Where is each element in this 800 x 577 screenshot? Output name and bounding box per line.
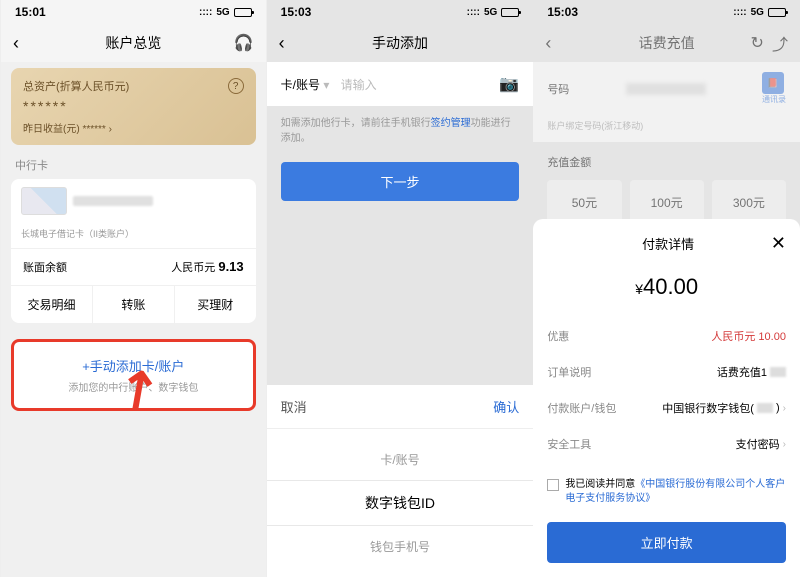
- account-overview-screen: 15:01 :::: 5G ‹ 账户总览 🎧 总资产(折算人民币元) ? ***…: [0, 0, 267, 577]
- headset-icon: 🎧: [234, 33, 254, 53]
- nav-bar: ‹ 账户总览 🎧: [1, 24, 266, 62]
- page-title: 手动添加: [319, 33, 482, 53]
- payment-sheet: 付款详情 ✕ ¥40.00 优惠 人民币元 10.00 订单说明 话费充值1 付…: [533, 219, 800, 577]
- battery-icon: [768, 8, 786, 17]
- amount-title: 充值金额: [547, 154, 786, 170]
- close-button[interactable]: ✕: [771, 233, 786, 254]
- back-button[interactable]: ‹: [13, 33, 53, 54]
- security-tool-row[interactable]: 安全工具 支付密码 ›: [547, 426, 786, 462]
- picker-options[interactable]: 卡/账号 数字钱包ID 钱包手机号: [267, 429, 534, 577]
- bank-card[interactable]: 长城电子借记卡（II类账户） 账面余额 人民币元 9.13 交易明细 转账 买理…: [11, 179, 256, 323]
- input-label: 卡/账号 ▾: [281, 76, 341, 93]
- card-number-input[interactable]: 请输入: [341, 76, 500, 93]
- card-actions: 交易明细 转账 买理财: [11, 285, 256, 323]
- contacts-icon[interactable]: 📕: [762, 72, 784, 94]
- add-card-subtitle: 添加您的中行账户、数字钱包: [28, 379, 239, 394]
- picker-confirm-button[interactable]: 确认: [493, 397, 519, 416]
- balance-row: 账面余额 人民币元 9.13: [11, 248, 256, 285]
- manual-add-screen: 15:03 :::: 5G ‹ 手动添加 卡/账号 ▾ 请输入 📷 如需添加他行…: [267, 0, 534, 577]
- help-icon[interactable]: ?: [228, 78, 244, 94]
- camera-icon[interactable]: 📷: [499, 74, 519, 94]
- next-button[interactable]: 下一步: [281, 162, 520, 201]
- network-label: 5G: [751, 7, 764, 18]
- balance-value: 9.13: [218, 259, 243, 274]
- payment-account-row[interactable]: 付款账户/钱包 中国银行数字钱包() ›: [547, 390, 786, 426]
- chevron-left-icon: ‹: [279, 33, 285, 54]
- order-desc-row: 订单说明 话费充值1: [547, 354, 786, 390]
- discount-row[interactable]: 优惠 人民币元 10.00: [547, 318, 786, 354]
- status-bar: 15:01 :::: 5G: [1, 0, 266, 24]
- picker-sheet: 取消 确认 卡/账号 数字钱包ID 钱包手机号: [267, 385, 534, 577]
- support-button[interactable]: 🎧: [214, 33, 254, 53]
- transactions-button[interactable]: 交易明细: [11, 286, 92, 323]
- chevron-left-icon: ‹: [545, 33, 551, 54]
- signal-icon: ::::: [733, 7, 746, 18]
- agreement-row: 我已阅读并同意《中国银行股份有限公司个人客户电子支付服务协议》: [547, 462, 786, 516]
- payment-title: 付款详情: [565, 234, 771, 253]
- status-right: :::: 5G: [467, 7, 520, 18]
- status-right: :::: 5G: [733, 7, 786, 18]
- recharge-screen: 15:03 :::: 5G ‹ 话费充值 ↻ ⤴ 号码 📕 通讯录 账户绑定号码…: [533, 0, 800, 577]
- add-card-button[interactable]: +手动添加卡/账户 添加您的中行账户、数字钱包: [11, 339, 256, 411]
- status-time: 15:03: [281, 5, 312, 19]
- network-label: 5G: [484, 7, 497, 18]
- page-title: 账户总览: [53, 33, 214, 53]
- battery-icon: [234, 8, 252, 17]
- signing-management-link[interactable]: 签约管理: [431, 118, 471, 129]
- phone-number-row[interactable]: 号码 📕 通讯录: [533, 62, 800, 115]
- status-right: :::: 5G: [199, 7, 252, 18]
- section-label: 中行卡: [1, 151, 266, 179]
- chevron-right-icon: ›: [783, 439, 786, 450]
- card-image: [21, 187, 67, 215]
- network-label: 5G: [216, 7, 229, 18]
- share-icon[interactable]: ⤴: [772, 31, 788, 55]
- phone-number-masked: [626, 83, 706, 95]
- back-button[interactable]: ‹: [279, 33, 319, 54]
- card-number-masked: [73, 196, 153, 206]
- signal-icon: ::::: [467, 7, 480, 18]
- signal-icon: ::::: [199, 7, 212, 18]
- page-title: 话费充值: [585, 33, 748, 53]
- status-time: 15:01: [15, 5, 46, 19]
- status-bar: 15:03 :::: 5G: [533, 0, 800, 24]
- yesterday-earnings[interactable]: 昨日收益(元) ****** ›: [23, 120, 244, 135]
- add-card-link: +手动添加卡/账户: [28, 356, 239, 375]
- transfer-button[interactable]: 转账: [92, 286, 174, 323]
- invest-button[interactable]: 买理财: [174, 286, 256, 323]
- balance-label: 账面余额: [23, 259, 67, 275]
- battery-icon: [501, 8, 519, 17]
- nav-bar: ‹ 话费充值 ↻ ⤴: [533, 24, 800, 62]
- pay-now-button[interactable]: 立即付款: [547, 522, 786, 563]
- nav-bar: ‹ 手动添加: [267, 24, 534, 62]
- agreement-checkbox[interactable]: [547, 479, 559, 491]
- assets-hidden-value: ******: [23, 98, 244, 114]
- chevron-left-icon: ‹: [13, 33, 19, 54]
- tip-text: 如需添加他行卡，请前往手机银行签约管理功能进行添加。: [267, 106, 534, 156]
- bound-number-label: 账户绑定号码(浙江移动): [533, 115, 800, 142]
- back-button[interactable]: ‹: [545, 33, 585, 54]
- payment-amount: ¥40.00: [547, 262, 786, 318]
- picker-option[interactable]: 钱包手机号: [267, 526, 534, 567]
- assets-label: 总资产(折算人民币元): [23, 78, 129, 94]
- picker-option-selected[interactable]: 数字钱包ID: [267, 480, 534, 526]
- picker-option[interactable]: 卡/账号: [267, 439, 534, 480]
- card-type-label: 长城电子借记卡（II类账户）: [11, 223, 256, 248]
- card-number-input-row[interactable]: 卡/账号 ▾ 请输入 📷: [267, 62, 534, 106]
- phone-label: 号码: [547, 81, 569, 97]
- chevron-right-icon: ›: [783, 403, 786, 414]
- picker-cancel-button[interactable]: 取消: [281, 397, 307, 416]
- refresh-icon[interactable]: ↻: [751, 33, 764, 53]
- status-time: 15:03: [547, 5, 578, 19]
- contacts-label: 通讯录: [762, 94, 786, 105]
- chevron-right-icon: ›: [109, 124, 112, 135]
- total-assets-card[interactable]: 总资产(折算人民币元) ? ****** 昨日收益(元) ****** ›: [11, 68, 256, 145]
- status-bar: 15:03 :::: 5G: [267, 0, 534, 24]
